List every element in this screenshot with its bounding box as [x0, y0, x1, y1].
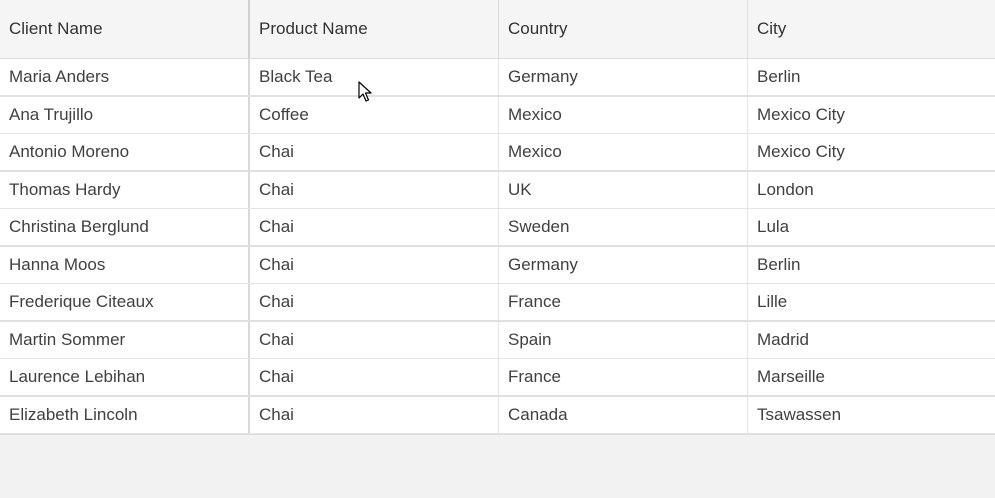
data-grid: Client Name Product Name Country City Ma… — [0, 0, 995, 435]
cell-client-name[interactable]: Thomas Hardy — [0, 171, 250, 208]
cell-city[interactable]: Madrid — [748, 322, 995, 359]
column-header-country[interactable]: Country — [499, 0, 748, 58]
cell-city[interactable]: Lille — [748, 284, 995, 320]
cell-country[interactable]: UK — [499, 171, 748, 208]
grid-body: Maria Anders Black Tea Germany Berlin Ana Tr… — [0, 59, 995, 434]
cell-city[interactable]: Lula — [748, 209, 995, 245]
grid-header-row: Client Name Product Name Country City — [0, 0, 995, 59]
cell-product-name[interactable]: Black Tea — [250, 59, 499, 95]
table-row[interactable]: Hanna Moos Chai Germany Berlin — [0, 246, 995, 284]
column-header-city[interactable]: City — [748, 0, 995, 58]
cell-country[interactable]: Canada — [499, 396, 748, 433]
cell-client-name[interactable]: Antonio Moreno — [0, 134, 250, 170]
cell-client-name[interactable]: Ana Trujillo — [0, 96, 250, 133]
cell-product-name[interactable]: Chai — [250, 171, 499, 208]
table-row[interactable]: Maria Anders Black Tea Germany Berlin — [0, 59, 995, 97]
cell-country[interactable]: Sweden — [499, 209, 748, 245]
cell-product-name[interactable]: Chai — [250, 246, 499, 283]
cell-product-name[interactable]: Chai — [250, 359, 499, 395]
table-row[interactable]: Ana Trujillo Coffee Mexico Mexico City — [0, 96, 995, 134]
column-header-client-name[interactable]: Client Name — [0, 0, 250, 58]
cell-product-name[interactable]: Coffee — [250, 96, 499, 133]
cell-city[interactable]: Berlin — [748, 247, 995, 284]
cell-country[interactable]: Germany — [499, 246, 748, 283]
cell-client-name[interactable]: Hanna Moos — [0, 246, 250, 283]
column-header-product-name[interactable]: Product Name — [250, 0, 499, 58]
cell-city[interactable]: Berlin — [748, 59, 995, 95]
cell-client-name[interactable]: Elizabeth Lincoln — [0, 396, 250, 433]
cell-city[interactable]: Mexico City — [748, 134, 995, 170]
cell-product-name[interactable]: Chai — [250, 134, 499, 170]
table-row[interactable]: Frederique Citeaux Chai France Lille — [0, 284, 995, 322]
cell-client-name[interactable]: Martin Sommer — [0, 321, 250, 358]
table-row[interactable]: Christina Berglund Chai Sweden Lula — [0, 209, 995, 247]
cell-country[interactable]: Germany — [499, 59, 748, 95]
cell-city[interactable]: London — [748, 172, 995, 209]
cell-country[interactable]: France — [499, 284, 748, 320]
cell-client-name[interactable]: Christina Berglund — [0, 209, 250, 245]
cell-city[interactable]: Tsawassen — [748, 397, 995, 434]
cell-city[interactable]: Mexico City — [748, 97, 995, 134]
cell-country[interactable]: France — [499, 359, 748, 395]
cell-product-name[interactable]: Chai — [250, 321, 499, 358]
cell-product-name[interactable]: Chai — [250, 284, 499, 320]
cell-country[interactable]: Mexico — [499, 134, 748, 170]
table-row[interactable]: Elizabeth Lincoln Chai Canada Tsawassen — [0, 396, 995, 434]
cell-city[interactable]: Marseille — [748, 359, 995, 395]
cell-country[interactable]: Spain — [499, 321, 748, 358]
cell-product-name[interactable]: Chai — [250, 396, 499, 433]
cell-country[interactable]: Mexico — [499, 96, 748, 133]
cell-client-name[interactable]: Frederique Citeaux — [0, 284, 250, 320]
cell-product-name[interactable]: Chai — [250, 209, 499, 245]
table-row[interactable]: Martin Sommer Chai Spain Madrid — [0, 321, 995, 359]
table-row[interactable]: Laurence Lebihan Chai France Marseille — [0, 359, 995, 397]
table-row[interactable]: Thomas Hardy Chai UK London — [0, 171, 995, 209]
table-row[interactable]: Antonio Moreno Chai Mexico Mexico City — [0, 134, 995, 172]
cell-client-name[interactable]: Maria Anders — [0, 59, 250, 95]
cell-client-name[interactable]: Laurence Lebihan — [0, 359, 250, 395]
